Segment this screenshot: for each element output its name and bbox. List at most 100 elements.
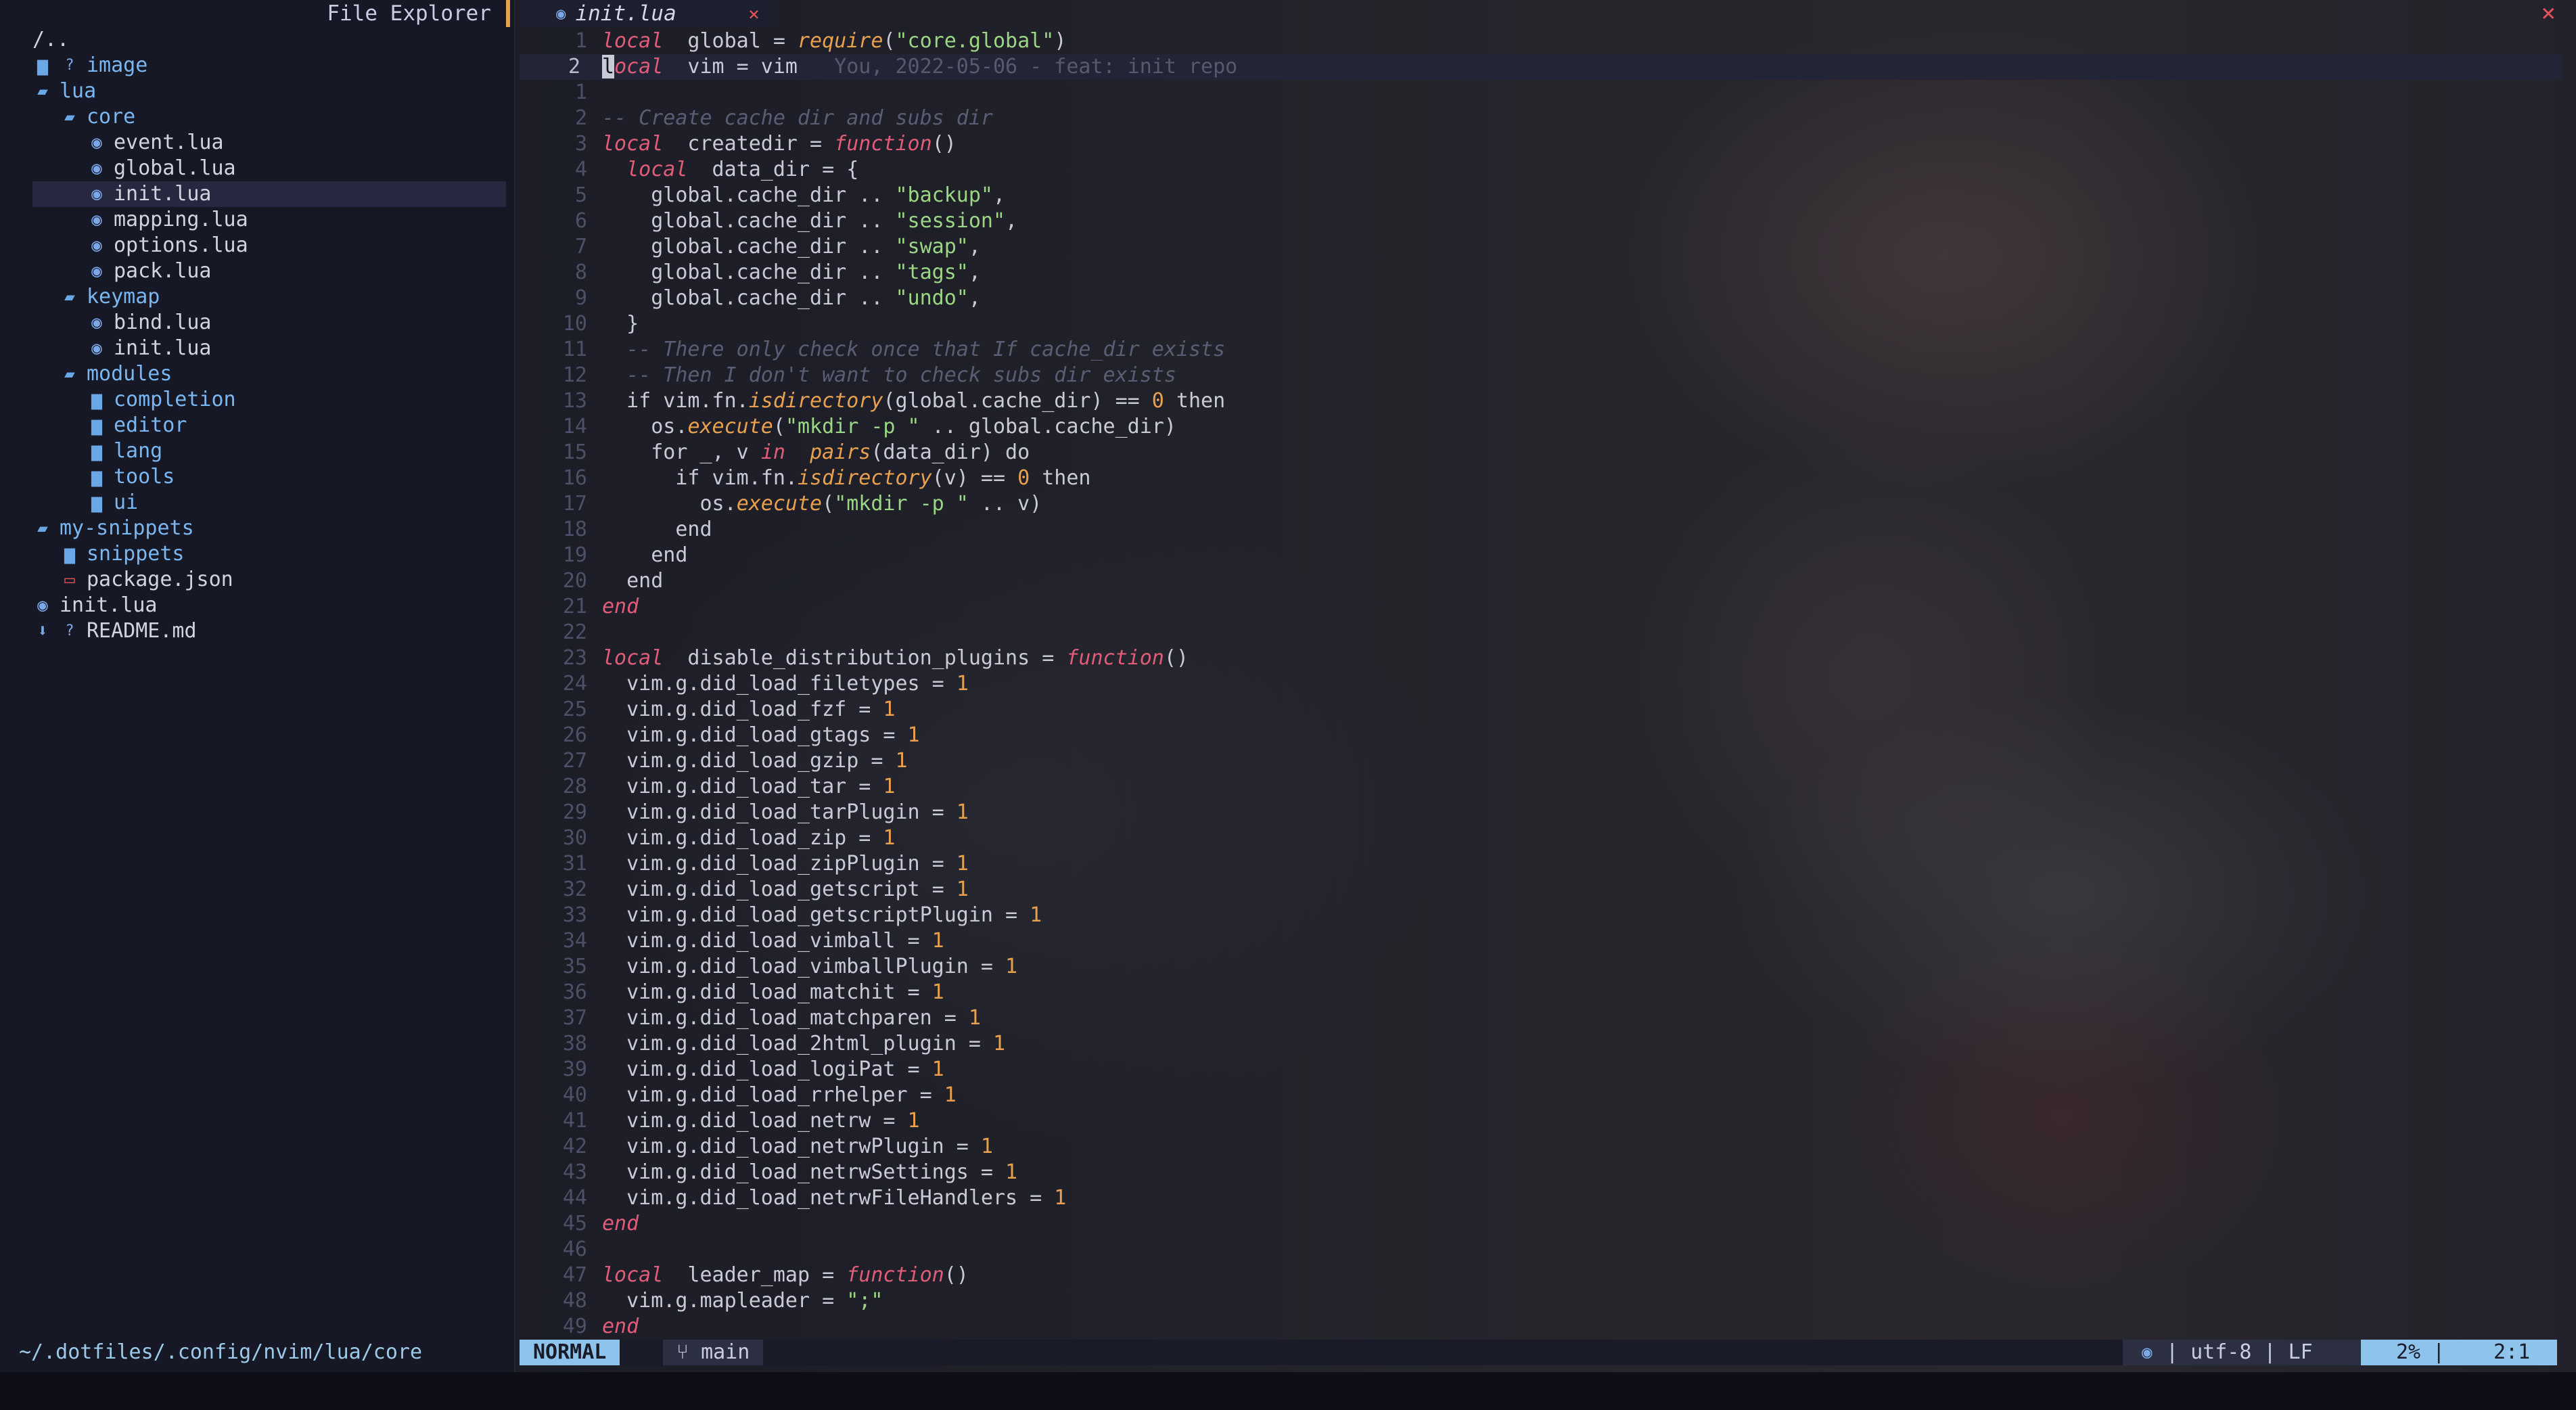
line-text: for _, v in pairs(data_dir) do [602,440,1030,465]
tree-item[interactable]: ▆? image [0,53,514,78]
code-line[interactable]: 17 os.execute("mkdir -p " .. v) [520,491,2562,517]
line-number: 29 [562,800,587,824]
tree-item[interactable]: ▰ core [0,104,514,130]
code-line[interactable]: 9 global.cache_dir .. "undo", [520,286,2562,311]
code-line[interactable]: 3 local createdir = function() [520,131,2562,157]
line-text: vim.g.did_load_netrw = 1 [602,1108,920,1134]
code-line[interactable]: 32 vim.g.did_load_getscript = 1 [520,877,2562,903]
tree-item[interactable]: ◉ event.lua [0,130,514,156]
tree-item[interactable]: ▰ lua [0,78,514,104]
close-window-icon[interactable]: × [2541,0,2556,27]
code-line[interactable]: 28 vim.g.did_load_tar = 1 [520,774,2562,800]
code-token: 1 [956,852,969,875]
line-text: vim.g.mapleader = ";" [602,1288,883,1314]
code-line[interactable]: 29 vim.g.did_load_tarPlugin = 1 [520,800,2562,825]
tree-item[interactable]: ▆ editor [0,413,514,438]
tab-init-lua[interactable]: ◉ init.lua × [520,0,777,27]
code-line[interactable]: 37 vim.g.did_load_matchparen = 1 [520,1005,2562,1031]
code-line[interactable]: 24 vim.g.did_load_filetypes = 1 [520,671,2562,697]
code-line[interactable]: 5 global.cache_dir .. "backup", [520,183,2562,208]
code-line[interactable]: 44 vim.g.did_load_netrwFileHandlers = 1 [520,1185,2562,1211]
code-line[interactable]: 40 vim.g.did_load_rrhelper = 1 [520,1083,2562,1108]
code-line[interactable]: 12 -- Then I don't want to check subs di… [520,363,2562,388]
code-line[interactable]: 7 global.cache_dir .. "swap", [520,234,2562,260]
code-line[interactable]: 8 global.cache_dir .. "tags", [520,260,2562,286]
code-line[interactable]: 11 -- There only check once that If cach… [520,337,2562,363]
tree-item[interactable]: ▆ lang [0,438,514,464]
code-line[interactable]: 18 end [520,517,2562,543]
line-number: 38 [562,1032,587,1055]
lua-icon: ◉ [91,338,102,359]
code-line[interactable]: 36 vim.g.did_load_matchit = 1 [520,980,2562,1005]
code-line[interactable]: 34 vim.g.did_load_vimball = 1 [520,928,2562,954]
code-line[interactable]: 1 [520,80,2562,106]
code-token: end [602,543,688,567]
tree-item[interactable]: ◉ init.lua [0,593,514,618]
code-line[interactable]: 4 local data_dir = { [520,157,2562,183]
code-line[interactable]: 39 vim.g.did_load_logiPat = 1 [520,1057,2562,1083]
code-line[interactable]: 49 end [520,1314,2562,1338]
line-number: 18 [562,518,587,541]
tree-item[interactable]: ⬇? README.md [0,618,514,644]
code-line[interactable]: 43 vim.g.did_load_netrwSettings = 1 [520,1160,2562,1185]
tree-item[interactable]: ◉ options.lua [0,233,514,258]
code-line[interactable]: 42 vim.g.did_load_netrwPlugin = 1 [520,1134,2562,1160]
code-line[interactable]: 15 for _, v in pairs(data_dir) do [520,440,2562,465]
code-line[interactable]: 16 if vim.fn.isdirectory(v) == 0 then [520,465,2562,491]
code-editor[interactable]: 1 local global = require("core.global") 2 l… [520,28,2562,1338]
code-line[interactable]: 31 vim.g.did_load_zipPlugin = 1 [520,851,2562,877]
code-line[interactable]: 27 vim.g.did_load_gzip = 1 [520,748,2562,774]
code-line[interactable]: 10 } [520,311,2562,337]
code-token: if vim.fn. [602,389,749,413]
tree-item[interactable]: ▆ tools [0,464,514,490]
tree-item[interactable]: ▆ completion [0,387,514,413]
tab-close-icon[interactable]: × [748,3,760,25]
tree-item[interactable]: ◉ bind.lua [0,310,514,336]
code-line[interactable]: 2 local vim = vim You, 2022-05-06 - feat:… [520,54,2562,80]
tree-item[interactable]: ▆ ui [0,490,514,516]
code-token: vim.g.did_load_vimball = [602,929,932,953]
code-line[interactable]: 45 end [520,1211,2562,1237]
lua-icon: ◉ [2142,1342,2153,1363]
tree-item[interactable]: ▭ package.json [0,567,514,593]
tree-item[interactable]: /.. [0,27,514,53]
code-line[interactable]: 21 end [520,594,2562,620]
code-line[interactable]: 35 vim.g.did_load_vimballPlugin = 1 [520,954,2562,980]
tree-item[interactable]: ▰ my-snippets [0,516,514,541]
tree-item[interactable]: ▆ snippets [0,541,514,567]
code-line[interactable]: 23 local disable_distribution_plugins = f… [520,645,2562,671]
code-line[interactable]: 2 -- Create cache dir and subs dir [520,106,2562,131]
tree-item[interactable]: ▰ keymap [0,284,514,310]
tree-item[interactable]: ◉ init.lua [32,181,506,207]
tree-item[interactable]: ◉ mapping.lua [0,207,514,233]
branch-name: main [701,1340,750,1364]
code-line[interactable]: 25 vim.g.did_load_fzf = 1 [520,697,2562,723]
line-text: -- Create cache dir and subs dir [602,106,993,131]
folder-open-icon: ▰ [37,518,48,539]
code-line[interactable]: 30 vim.g.did_load_zip = 1 [520,825,2562,851]
line-number: 41 [562,1109,587,1133]
code-line[interactable]: 46 [520,1237,2562,1263]
code-line[interactable]: 38 vim.g.did_load_2html_plugin = 1 [520,1031,2562,1057]
line-number: 32 [562,878,587,901]
line-number: 45 [562,1212,587,1235]
tab-label: init.lua [575,1,676,26]
command-line[interactable] [0,1372,2576,1410]
code-line[interactable]: 26 vim.g.did_load_gtags = 1 [520,723,2562,748]
code-line[interactable]: 41 vim.g.did_load_netrw = 1 [520,1108,2562,1134]
code-line[interactable]: 22 [520,620,2562,645]
code-line[interactable]: 1 local global = require("core.global") [520,28,2562,54]
line-number: 28 [562,775,587,798]
code-line[interactable]: 6 global.cache_dir .. "session", [520,208,2562,234]
code-line[interactable]: 14 os.execute("mkdir -p " .. global.cach… [520,414,2562,440]
code-line[interactable]: 20 end [520,568,2562,594]
tree-item[interactable]: ◉ pack.lua [0,258,514,284]
code-line[interactable]: 33 vim.g.did_load_getscriptPlugin = 1 [520,903,2562,928]
tree-item[interactable]: ▰ modules [0,361,514,387]
tree-item[interactable]: ◉ global.lua [0,156,514,181]
tree-item[interactable]: ◉ init.lua [0,336,514,361]
code-line[interactable]: 13 if vim.fn.isdirectory(global.cache_di… [520,388,2562,414]
code-line[interactable]: 47 local leader_map = function() [520,1263,2562,1288]
code-line[interactable]: 48 vim.g.mapleader = ";" [520,1288,2562,1314]
code-line[interactable]: 19 end [520,543,2562,568]
